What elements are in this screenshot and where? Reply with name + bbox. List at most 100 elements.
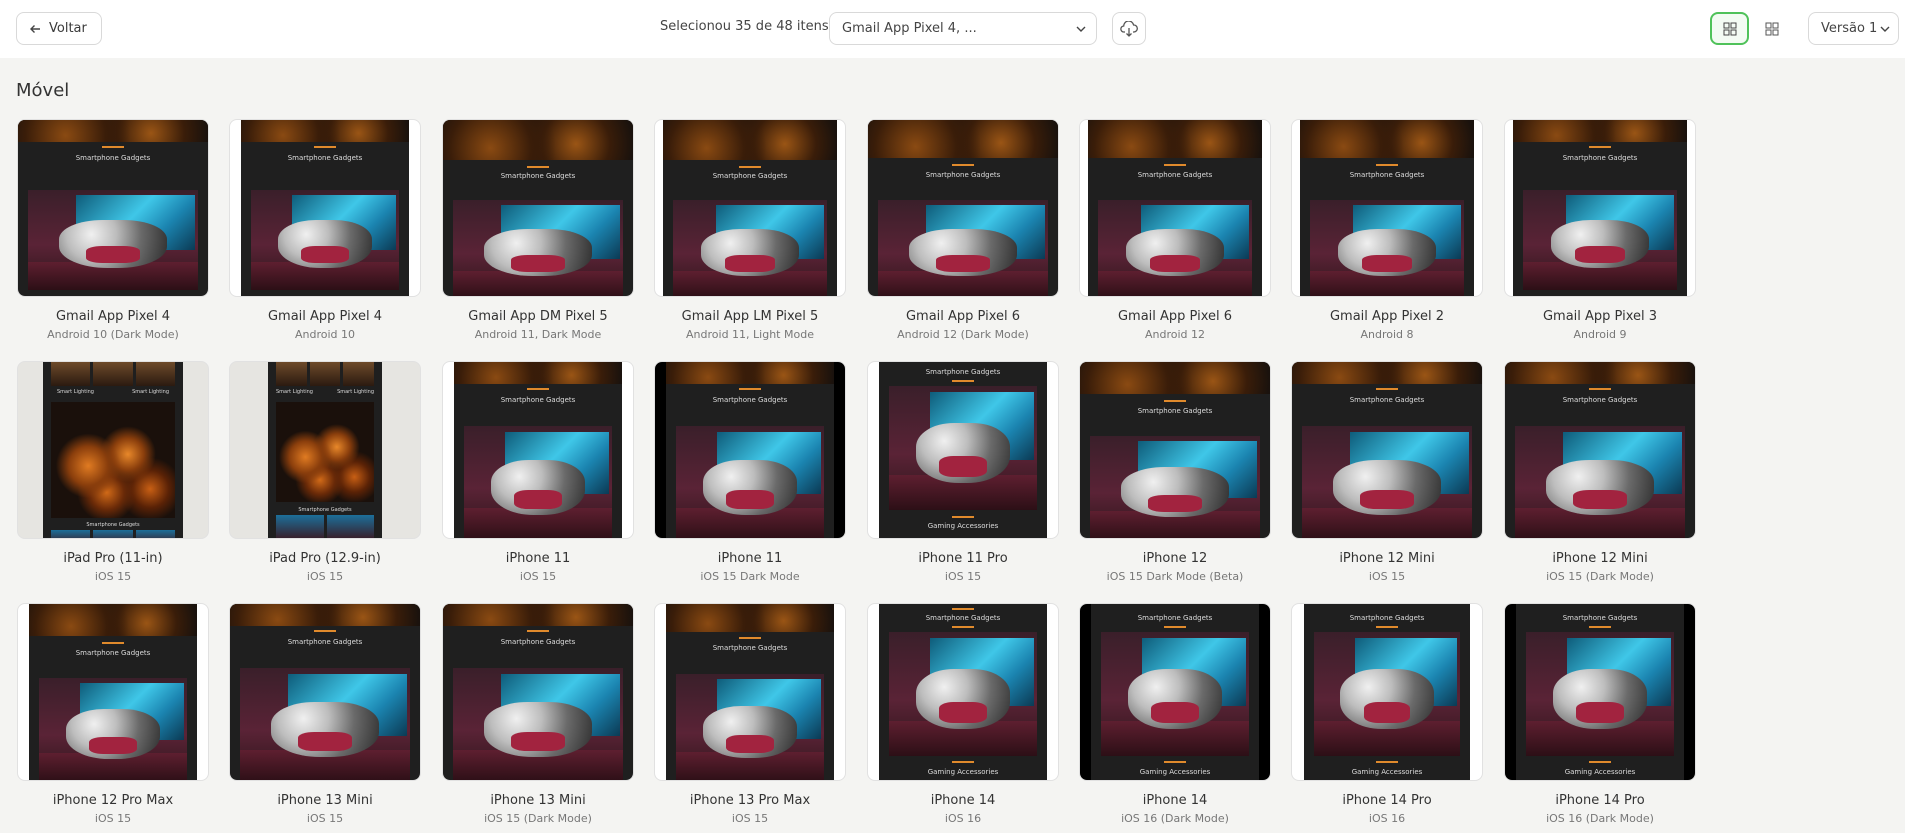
device-card[interactable]: Smartphone Gadgets iPhone 12 Mini iOS 15: [1291, 361, 1483, 583]
thumb-subheading: Smart Lighting: [132, 389, 169, 395]
grid-view-small-button[interactable]: [1755, 12, 1789, 45]
device-card[interactable]: Smartphone Gadgets Gaming Accessories iP…: [1504, 603, 1696, 825]
email-preview: Smartphone Gadgets: [18, 120, 208, 296]
device-card[interactable]: Smartphone Gadgets iPhone 11 iOS 15 Dark…: [654, 361, 846, 583]
email-preview: Smartphone Gadgets: [1292, 362, 1482, 538]
device-card[interactable]: Smartphone Gadgets Gaming Accessories iP…: [867, 361, 1059, 583]
device-select[interactable]: Gmail App Pixel 4, ...: [829, 12, 1097, 45]
device-name: iPhone 12 Mini: [1339, 551, 1435, 566]
device-card[interactable]: Smartphone Gadgets Gmail App Pixel 3 And…: [1504, 119, 1696, 341]
device-thumbnail[interactable]: Smartphone Gadgets Gaming Accessories: [867, 361, 1059, 539]
device-thumbnail[interactable]: Smartphone Gadgets Gaming Accessories: [1079, 603, 1271, 781]
device-thumbnail[interactable]: Smartphone Gadgets Gaming Accessories: [867, 603, 1059, 781]
product-photo: [1090, 436, 1260, 538]
device-name: Gmail App Pixel 6: [905, 309, 1021, 324]
product-photo: [889, 386, 1037, 510]
device-card[interactable]: Smartphone Gadgets iPhone 12 iOS 15 Dark…: [1079, 361, 1271, 583]
device-thumbnail[interactable]: Smartphone Gadgets: [1079, 119, 1271, 297]
device-thumbnail[interactable]: Smartphone Gadgets: [1291, 361, 1483, 539]
device-card[interactable]: Smartphone Gadgets Gaming Accessories iP…: [867, 603, 1059, 825]
email-preview: Smartphone Gadgets: [443, 604, 633, 780]
device-thumbnail[interactable]: Smartphone Gadgets: [867, 119, 1059, 297]
device-thumbnail[interactable]: Smartphone Gadgets: [17, 119, 209, 297]
thumb-heading: Smartphone Gadgets: [925, 368, 1001, 376]
device-card[interactable]: Smartphone Gadgets iPhone 13 Mini iOS 15: [229, 603, 421, 825]
device-thumbnail[interactable]: Smartphone Gadgets: [654, 119, 846, 297]
device-os: iOS 15: [306, 812, 344, 825]
device-thumbnail[interactable]: Smartphone Gadgets Gaming Accessories: [1504, 603, 1696, 781]
device-thumbnail[interactable]: Smartphone Gadgets: [442, 361, 634, 539]
device-thumbnail[interactable]: Smart Lighting Smart Lighting Smartphone…: [229, 361, 421, 539]
chevron-down-icon: [1076, 26, 1086, 32]
thumb-heading: Smartphone Gadgets: [1349, 614, 1425, 622]
device-name: Gmail App Pixel 3: [1542, 309, 1658, 324]
thumb-subheading: Gaming Accessories: [1351, 768, 1423, 776]
device-thumbnail[interactable]: Smartphone Gadgets: [442, 603, 634, 781]
download-button[interactable]: [1112, 12, 1146, 45]
device-card[interactable]: Smartphone Gadgets Gmail App Pixel 4 And…: [229, 119, 421, 341]
device-card[interactable]: Smartphone Gadgets iPhone 12 Mini iOS 15…: [1504, 361, 1696, 583]
device-card[interactable]: Smartphone Gadgets iPhone 12 Pro Max iOS…: [17, 603, 209, 825]
product-photo: [878, 200, 1048, 296]
product-photo: [39, 678, 187, 780]
product-photo: [1101, 632, 1249, 756]
email-preview: Smartphone Gadgets: [1513, 120, 1687, 296]
email-preview: Smartphone Gadgets: [1080, 362, 1270, 538]
device-thumbnail[interactable]: Smartphone Gadgets: [442, 119, 634, 297]
device-card[interactable]: Smart Lighting Smart Lighting Smartphone…: [229, 361, 421, 583]
product-photo: [240, 668, 410, 780]
device-card[interactable]: Smartphone Gadgets Gmail App LM Pixel 5 …: [654, 119, 846, 341]
device-thumbnail[interactable]: Smartphone Gadgets: [654, 603, 846, 781]
device-thumbnail[interactable]: Smartphone Gadgets: [17, 603, 209, 781]
device-thumbnail[interactable]: Smartphone Gadgets Gaming Accessories: [1291, 603, 1483, 781]
device-os: Android 11, Dark Mode: [474, 328, 602, 341]
device-thumbnail[interactable]: Smartphone Gadgets: [654, 361, 846, 539]
device-card[interactable]: Smart Lighting Smart Lighting Smartphone…: [17, 361, 209, 583]
device-card[interactable]: Smartphone Gadgets Gmail App DM Pixel 5 …: [442, 119, 634, 341]
back-button-label: Voltar: [49, 21, 87, 36]
device-thumbnail[interactable]: Smartphone Gadgets: [1504, 361, 1696, 539]
chevron-down-icon: [1880, 26, 1890, 32]
version-select[interactable]: Versão 1: [1808, 12, 1899, 45]
device-name: Gmail App LM Pixel 5: [681, 309, 819, 324]
device-card[interactable]: Smartphone Gadgets iPhone 13 Mini iOS 15…: [442, 603, 634, 825]
product-photo: [251, 190, 399, 290]
device-name: iPhone 14 Pro: [1555, 793, 1645, 808]
device-thumbnail[interactable]: Smartphone Gadgets: [1291, 119, 1483, 297]
device-card[interactable]: Smartphone Gadgets Gmail App Pixel 6 And…: [867, 119, 1059, 341]
device-card[interactable]: Smartphone Gadgets iPhone 13 Pro Max iOS…: [654, 603, 846, 825]
device-card[interactable]: Smartphone Gadgets Gaming Accessories iP…: [1079, 603, 1271, 825]
device-card[interactable]: Smartphone Gadgets Gmail App Pixel 4 And…: [17, 119, 209, 341]
product-photo: [1314, 632, 1460, 756]
thumb-heading: Smartphone Gadgets: [500, 172, 576, 180]
thumb-heading: Smartphone Gadgets: [1137, 614, 1213, 622]
device-card[interactable]: Smartphone Gadgets iPhone 11 iOS 15: [442, 361, 634, 583]
device-thumbnail[interactable]: Smartphone Gadgets: [1079, 361, 1271, 539]
device-name: Gmail App Pixel 2: [1329, 309, 1445, 324]
device-thumbnail[interactable]: Smart Lighting Smart Lighting Smartphone…: [17, 361, 209, 539]
email-preview: Smart Lighting Smart Lighting Smartphone…: [43, 362, 183, 538]
device-card[interactable]: Smartphone Gadgets Gmail App Pixel 2 And…: [1291, 119, 1483, 341]
device-thumbnail[interactable]: Smartphone Gadgets: [229, 119, 421, 297]
device-card[interactable]: Smartphone Gadgets Gaming Accessories iP…: [1291, 603, 1483, 825]
device-os: Android 8: [1360, 328, 1414, 341]
thumb-heading: Smartphone Gadgets: [287, 154, 363, 162]
device-name: iPhone 12 Mini: [1552, 551, 1648, 566]
back-button[interactable]: Voltar: [16, 12, 102, 45]
email-preview: Smartphone Gadgets: [454, 362, 622, 538]
device-os: iOS 16: [1368, 812, 1406, 825]
thumb-subheading: Gaming Accessories: [927, 768, 999, 776]
product-photo: [676, 426, 824, 538]
device-card[interactable]: Smartphone Gadgets Gmail App Pixel 6 And…: [1079, 119, 1271, 341]
thumb-heading: Smartphone Gadgets: [75, 649, 151, 657]
version-select-label: Versão 1: [1821, 21, 1878, 36]
grid-view-large-button[interactable]: [1710, 12, 1749, 45]
thumb-heading: Smartphone Gadgets: [712, 644, 788, 652]
pumpkin-photo: [51, 402, 175, 518]
device-os: iOS 16 (Dark Mode): [1121, 812, 1229, 825]
email-preview: Smartphone Gadgets: [29, 604, 197, 780]
device-thumbnail[interactable]: Smartphone Gadgets: [229, 603, 421, 781]
device-os: iOS 15: [519, 570, 557, 583]
device-os: iOS 15: [944, 570, 982, 583]
device-thumbnail[interactable]: Smartphone Gadgets: [1504, 119, 1696, 297]
